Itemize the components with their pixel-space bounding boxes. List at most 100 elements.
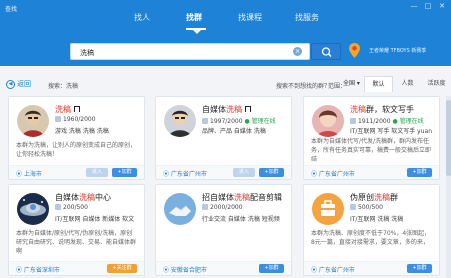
location-icon: ⦿ (163, 267, 171, 274)
sort-activity[interactable]: 活跃度 (422, 76, 451, 92)
location-icon: ⦿ (16, 171, 24, 178)
maximize-button[interactable]: □ (423, 2, 433, 11)
window-controls: — □ ✕ (409, 2, 447, 11)
card-footer: ⦿ 上海市 进入 +加群 (9, 165, 144, 179)
searched-value: 洗稿 (66, 83, 79, 90)
group-name[interactable]: 伪原创洗稿群 (350, 192, 398, 203)
searched-keyword: 搜索：洗稿 (48, 81, 78, 90)
group-avatar (164, 105, 196, 137)
chevron-down-icon: ▾ (355, 80, 360, 87)
group-avatar (312, 105, 344, 137)
sort-members[interactable]: 人数 (393, 76, 422, 92)
pennant-icon (244, 106, 251, 112)
group-card[interactable]: 自媒体洗稿 1997/2000 ● 管理在线 品牌、产品 自媒体 洗稿 ⦿ 广东… (155, 96, 292, 180)
enter-group-button[interactable]: 进入 (233, 168, 255, 177)
group-location: ⦿ 广东省深圳市 (16, 267, 60, 274)
tab-find-groups[interactable]: 找群 (186, 12, 202, 23)
group-avatar (17, 105, 49, 137)
scrollbar-thumb[interactable] (446, 100, 451, 176)
group-location: ⦿ 安徽省合肥市 (163, 267, 207, 274)
admin-online-badge: ● 管理在线 (244, 118, 276, 125)
location-icon: ⦿ (16, 267, 24, 274)
group-card[interactable]: 洗稿 1960/2000 游戏 洗稿 洗稿 洗稿 本群为洗稿，让别人的原创变成自… (8, 96, 145, 180)
tab-bar: 找人 找群 找课程 找服务 (0, 12, 451, 28)
pennant-icon (73, 106, 80, 112)
location-icon: ⦿ (163, 171, 171, 178)
join-group-button[interactable]: +加群 (407, 168, 432, 177)
people-icon (350, 118, 356, 124)
search-input[interactable]: 洗稿 (70, 43, 310, 60)
admin-online-badge: ● 管理在线 (392, 118, 424, 125)
tab-find-services[interactable]: 找服务 (295, 12, 319, 23)
member-count: 500/500 (350, 204, 383, 211)
group-name[interactable]: 自媒体洗稿中心 (55, 192, 111, 203)
people-icon (350, 204, 356, 210)
filter-bar: ◀ 返回 搜索：洗稿 搜索不到想找的群？ 范围： 全国 ▾ 默认 人数 活跃度 (0, 76, 451, 92)
group-name[interactable]: 自媒体洗稿 (202, 104, 251, 115)
group-card[interactable]: 洗稿群，软文写手 1911/2000 ● 管理在线 IT/互联网 写手 软文写手… (303, 96, 440, 180)
group-tags: 游戏 洗稿 洗稿 洗稿 (55, 128, 109, 135)
cant-find-group-link[interactable]: 搜索不到想找的群？ (276, 81, 330, 90)
card-footer: ⦿ 广东省深圳市 +关注群 (9, 261, 144, 275)
searched-prefix: 搜索： (48, 83, 67, 90)
group-description: 本群为洗稿，让别人的原创变成自己的原创，让你轻松洗稿！ (16, 142, 137, 158)
tab-find-courses[interactable]: 找课程 (238, 12, 262, 23)
group-description: 本群为洗稿、原创度不低于70%，4张图起，8元一篇，直接对接需求，要文章，多的来… (311, 230, 431, 246)
header-bar: 查找 — □ ✕ 找人 找群 找课程 找服务 洗稿 × 王者荣耀 TFBOYS … (0, 0, 451, 66)
group-location: ⦿ 上海市 (16, 171, 42, 178)
card-footer: ⦿ 广东省广州市 +加群 (304, 165, 439, 179)
group-avatar (312, 193, 344, 225)
group-card[interactable]: 伪原创洗稿群 500/500 IT/互联网 洗稿 洗稿 本群为洗稿、原创度不低于… (303, 184, 440, 276)
member-count: 200/500 (55, 204, 88, 211)
member-count: 1960/2000 (55, 116, 96, 123)
group-tags: IT/互联网 洗稿 洗稿 (350, 216, 404, 223)
back-button[interactable]: ◀ 返回 (6, 79, 31, 89)
back-arrow-icon: ◀ (6, 79, 15, 89)
group-avatar (164, 193, 196, 225)
card-footer: ⦿ 广东省广州市 进入 +加群 (156, 165, 291, 179)
enter-group-button[interactable]: 进入 (86, 168, 108, 177)
group-card[interactable]: 招自媒体洗稿配音剪辑 2000/2000 行业交流 自媒体 洗稿 短视频 ⦿ 安… (155, 184, 292, 276)
search-icon (321, 47, 332, 57)
group-description: 本群为自媒体/原创/代写/伪原创/洗稿，原创研究自由研究、说明发现、交易、能自媒… (16, 230, 137, 255)
join-group-button[interactable]: +加群 (259, 264, 284, 273)
search-input-value: 洗稿 (80, 49, 94, 57)
card-footer: ⦿ 广东省广州市 +加群 (304, 261, 439, 275)
group-location: ⦿ 广东省广州市 (311, 267, 355, 274)
tab-find-people[interactable]: 找人 (134, 12, 150, 23)
clear-search-icon[interactable]: × (293, 47, 302, 56)
people-icon (55, 116, 61, 122)
sort-default[interactable]: 默认 (364, 76, 393, 92)
group-name[interactable]: 招自媒体洗稿配音剪辑 (202, 192, 282, 203)
group-location: ⦿ 广东省广州市 (311, 171, 355, 178)
people-icon (202, 118, 208, 124)
location-pin-icon[interactable] (349, 43, 360, 58)
location-icon: ⦿ (311, 171, 319, 178)
follow-group-button[interactable]: +关注群 (107, 264, 137, 273)
join-group-button[interactable]: +加群 (112, 168, 137, 177)
join-group-button[interactable]: +加群 (407, 264, 432, 273)
range-value: 全国 (343, 80, 356, 87)
group-name[interactable]: 洗稿群，软文写手 (350, 104, 414, 115)
group-tags: IT/互联网 写手 软文写手 yuan (350, 128, 433, 135)
search-button[interactable] (311, 43, 341, 60)
back-label: 返回 (17, 80, 31, 88)
active-tab-pointer (193, 30, 201, 34)
member-count: 1911/2000 ● 管理在线 (350, 116, 424, 125)
group-name[interactable]: 洗稿 (55, 104, 80, 115)
sort-tabs: 默认 人数 活跃度 (364, 76, 451, 92)
hot-search-text[interactable]: 王者荣耀 TFBOYS 新赛季 (369, 47, 426, 54)
group-tags: 品牌、产品 自媒体 洗稿 (202, 128, 266, 135)
range-select[interactable]: 全国 ▾ (343, 78, 363, 89)
join-group-button[interactable]: +加群 (259, 168, 284, 177)
group-tags: IT/互联网 自媒体 新媒体 软文 (55, 216, 135, 223)
group-location: ⦿ 广东省广州市 (163, 171, 207, 178)
close-button[interactable]: ✕ (437, 2, 447, 11)
member-count: 1997/2000 ● 管理在线 (202, 116, 276, 125)
member-count: 2000/2000 (202, 204, 243, 211)
group-tags: 行业交流 自媒体 洗稿 短视频 (202, 216, 280, 223)
minimize-button[interactable]: — (409, 2, 419, 11)
group-card[interactable]: 自媒体洗稿中心 200/500 IT/互联网 自媒体 新媒体 软文 本群为自媒体… (8, 184, 145, 276)
group-description: 本群为自媒体代写/代发/洗稿群，群内发布任务，所有任务真实可靠，稿费一般交稿后立… (311, 138, 432, 163)
card-footer: ⦿ 安徽省合肥市 +加群 (156, 261, 291, 275)
